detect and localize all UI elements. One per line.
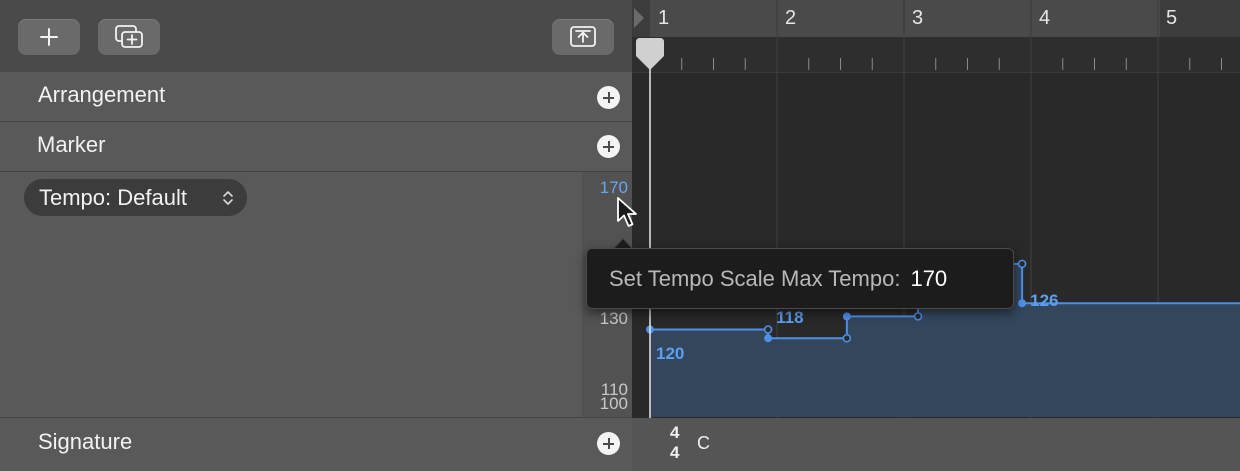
tempo-track-header: Tempo: Default [0, 172, 632, 418]
tempo-scale-min-value[interactable]: 100 [582, 394, 628, 414]
tooltip-text: Set Tempo Scale Max Tempo: [609, 265, 901, 291]
tempo-scale-mid-value: 130 [599, 309, 628, 328]
logic-global-tracks-window: Arrangement Marker Tempo: Default 170 13… [0, 0, 1240, 471]
time-signature-denominator[interactable]: 4 [670, 443, 679, 463]
ruler-left-arrow-icon [634, 8, 644, 28]
time-signature-numerator[interactable]: 4 [670, 423, 679, 443]
signature-track-header[interactable]: Signature [0, 418, 632, 471]
tempo-set-selector[interactable]: Tempo: Default [24, 179, 247, 216]
ruler-ticks [681, 58, 1222, 70]
mouse-pointer-icon [617, 197, 637, 227]
duplicate-track-button[interactable] [98, 19, 160, 55]
tempo-scale-max-value[interactable]: 170 [582, 178, 628, 198]
tooltip-value: 170 [910, 265, 948, 291]
signature-track-lane[interactable]: 4 4 C [632, 418, 1240, 471]
upload-icon [570, 26, 596, 47]
add-track-button[interactable] [18, 19, 80, 55]
arrangement-track-label: Arrangement [38, 82, 166, 107]
tempo-value-118[interactable]: 118 [776, 308, 803, 328]
tempo-node-prev [763, 325, 773, 334]
arrangement-track-header[interactable]: Arrangement [0, 72, 632, 122]
chevron-updown-icon [223, 191, 233, 205]
marker-track-label: Marker [37, 132, 106, 157]
tempo-scale-tooltip: Set Tempo Scale Max Tempo: 170 [586, 248, 1014, 309]
tempo-value-120[interactable]: 120 [656, 344, 684, 364]
add-arrangement-marker-plus-icon[interactable] [597, 86, 620, 109]
add-marker-plus-icon[interactable] [597, 135, 620, 158]
timeline-area[interactable]: 12345 120118123135126 4 4 C [632, 0, 1240, 471]
duplicate-track-icon [115, 25, 143, 48]
tempo-node-prev [1017, 259, 1027, 269]
timeline-canvas [634, 0, 1240, 471]
tempo-node-prev [842, 333, 852, 343]
tempo-node-prev [913, 312, 923, 321]
track-header-toolbar [0, 0, 632, 73]
add-signature-plus-icon[interactable] [597, 432, 620, 455]
key-signature[interactable]: C [697, 433, 710, 454]
tempo-node [842, 312, 851, 321]
playhead-handle [636, 38, 664, 70]
marker-track-header[interactable]: Marker [0, 122, 632, 172]
tempo-value-126[interactable]: 126 [1030, 291, 1058, 311]
tempo-node [1018, 299, 1027, 308]
signature-track-label: Signature [38, 429, 133, 454]
global-track-headers: Arrangement Marker Tempo: Default 170 13… [0, 0, 632, 471]
plus-icon [40, 28, 58, 46]
upload-button[interactable] [552, 19, 614, 55]
tempo-node [764, 334, 773, 343]
tempo-set-label: Tempo: Default [39, 184, 187, 210]
